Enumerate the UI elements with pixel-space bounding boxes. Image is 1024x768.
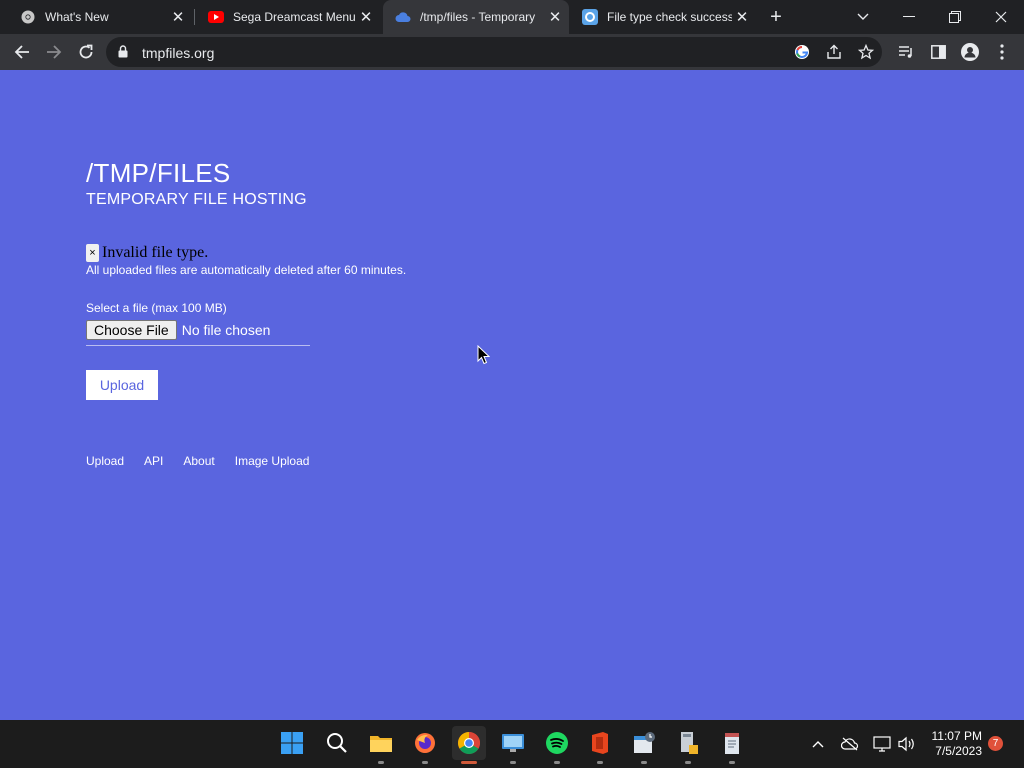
file-input[interactable]: Choose File No file chosen	[86, 320, 310, 346]
app-running-indicator	[510, 761, 516, 764]
dismiss-error-button[interactable]: ×	[86, 244, 99, 262]
tab-close-icon[interactable]: ✕	[356, 7, 376, 27]
tab-file-type-check[interactable]: File type check success ✕	[570, 0, 756, 34]
menu-kebab-icon[interactable]	[992, 42, 1012, 62]
choose-file-button[interactable]: Choose File	[86, 320, 177, 340]
tab-tmpfiles[interactable]: /tmp/files - Temporary ✕	[383, 0, 569, 34]
forward-icon[interactable]	[40, 38, 68, 66]
minimize-icon[interactable]	[886, 0, 932, 34]
onedrive-offline-icon[interactable]	[840, 734, 860, 754]
address-bar[interactable]: tmpfiles.org	[106, 37, 882, 67]
tab-search-icon[interactable]	[840, 0, 886, 34]
tab-sega-dreamcast[interactable]: Sega Dreamcast Menu ✕	[196, 0, 380, 34]
footer-link-upload[interactable]: Upload	[86, 454, 124, 468]
bookmark-star-icon[interactable]	[858, 44, 874, 60]
notepad-app-icon[interactable]	[715, 726, 749, 760]
site-subtitle: TEMPORARY FILE HOSTING	[86, 191, 307, 208]
office-icon[interactable]	[583, 726, 617, 760]
app-running-indicator	[685, 761, 691, 764]
app-running-indicator	[597, 761, 603, 764]
firefox-icon[interactable]	[408, 726, 442, 760]
network-icon[interactable]	[872, 734, 892, 754]
tab-title: Sega Dreamcast Menu	[233, 10, 356, 24]
url-text[interactable]: tmpfiles.org	[142, 45, 214, 61]
tab-title: File type check success	[607, 10, 732, 24]
show-hidden-icons-chevron-icon[interactable]	[808, 734, 828, 754]
lock-icon[interactable]	[118, 45, 128, 63]
tab-strip: What's New ✕ Sega Dreamcast Menu ✕ /tmp/…	[0, 0, 1024, 34]
youtube-icon	[208, 9, 224, 25]
tab-separator	[194, 9, 195, 25]
tab-close-icon[interactable]: ✕	[732, 7, 752, 27]
new-tab-button[interactable]: +	[764, 6, 788, 28]
upload-button[interactable]: Upload	[86, 370, 158, 400]
chrome-icon	[20, 9, 36, 25]
app-running-indicator	[554, 761, 560, 764]
clock-date: 7/5/2023	[935, 744, 982, 758]
tab-title: What's New	[45, 10, 109, 24]
error-message: Invalid file type.	[102, 244, 209, 261]
site-title: /TMP/FILES	[86, 158, 231, 188]
share-icon[interactable]	[826, 44, 842, 60]
footer-link-api[interactable]: API	[144, 454, 163, 468]
tab-whats-new[interactable]: What's New ✕	[8, 0, 192, 34]
chrome-taskbar-icon[interactable]	[452, 726, 486, 760]
footer-link-about[interactable]: About	[183, 454, 214, 468]
app-running-indicator	[729, 761, 735, 764]
footer-nav: Upload API About Image Upload	[86, 454, 329, 468]
file-explorer-icon[interactable]	[364, 726, 398, 760]
footer-link-image-upload[interactable]: Image Upload	[235, 454, 310, 468]
remote-desktop-icon[interactable]	[496, 726, 530, 760]
globe-icon	[582, 9, 598, 25]
app-running-indicator	[378, 761, 384, 764]
calendar-app-icon[interactable]	[627, 726, 661, 760]
spotify-icon[interactable]	[540, 726, 574, 760]
tab-close-icon[interactable]: ✕	[545, 7, 565, 27]
app-running-indicator	[641, 761, 647, 764]
profile-icon[interactable]	[960, 42, 980, 62]
volume-icon[interactable]	[896, 734, 916, 754]
clock-time: 11:07 PM	[931, 729, 982, 743]
google-icon[interactable]	[794, 44, 810, 60]
media-control-icon[interactable]	[896, 42, 916, 62]
search-icon[interactable]	[320, 726, 354, 760]
app-installer-icon[interactable]	[671, 726, 705, 760]
system-clock[interactable]: 11:07 PM 7/5/2023	[922, 729, 982, 759]
app-active-indicator	[461, 761, 477, 764]
windows-start-icon[interactable]	[275, 726, 309, 760]
deletion-notice: All uploaded files are automatically del…	[86, 263, 407, 277]
restore-icon[interactable]	[932, 0, 978, 34]
side-panel-icon[interactable]	[928, 42, 948, 62]
cloud-icon	[395, 9, 411, 25]
close-window-icon[interactable]	[978, 0, 1024, 34]
tab-close-icon[interactable]: ✕	[168, 7, 188, 27]
tab-title: /tmp/files - Temporary	[420, 10, 536, 24]
no-file-chosen-text: No file chosen	[181, 322, 271, 338]
reload-icon[interactable]	[72, 38, 100, 66]
error-alert: × Invalid file type.	[86, 244, 208, 262]
notification-badge[interactable]: 7	[988, 736, 1003, 751]
mouse-cursor-icon	[477, 344, 491, 370]
app-running-indicator	[422, 761, 428, 764]
file-input-label: Select a file (max 100 MB)	[86, 301, 227, 315]
windows-taskbar: 11:07 PM 7/5/2023 7	[0, 720, 1024, 768]
page-viewport: /TMP/FILES TEMPORARY FILE HOSTING × Inva…	[0, 70, 1024, 720]
back-icon[interactable]	[8, 38, 36, 66]
browser-toolbar: tmpfiles.org	[0, 34, 1024, 70]
